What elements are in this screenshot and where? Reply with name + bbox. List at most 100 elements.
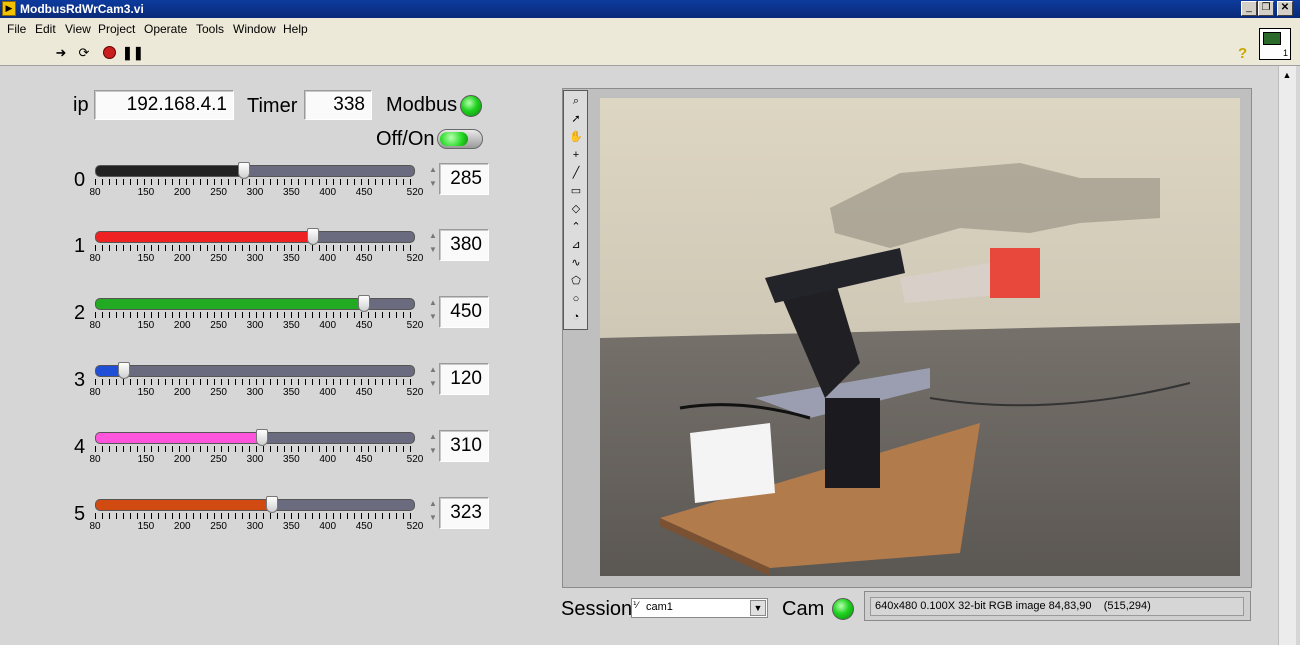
slider-index-label: 1: [74, 235, 86, 257]
slider-value-field[interactable]: 323: [439, 497, 489, 529]
toolbar: [0, 40, 1300, 66]
oval-icon[interactable]: ○: [568, 291, 584, 307]
slider-ticks: [95, 379, 415, 385]
camera-image[interactable]: [600, 98, 1240, 576]
slider-value-field[interactable]: 285: [439, 163, 489, 195]
slider-tick-label: 150: [137, 521, 155, 532]
io-name-icon: ⅟: [633, 600, 639, 610]
chevron-down-icon[interactable]: ▼: [750, 600, 766, 616]
slider-thumb[interactable]: [256, 429, 269, 446]
pan-icon[interactable]: ✋: [568, 129, 584, 145]
menu-help[interactable]: Help: [283, 22, 308, 36]
slider-tick-label: 80: [89, 253, 101, 264]
menu-operate[interactable]: Operate: [144, 22, 187, 36]
slider-track[interactable]: [95, 365, 415, 377]
run-arrow-icon[interactable]: ➜: [53, 45, 69, 61]
slider-track[interactable]: [95, 165, 415, 177]
slider-tick-label: 200: [173, 187, 191, 198]
slider-tick-label: 350: [283, 454, 300, 465]
slider-tick-label: 150: [137, 187, 155, 198]
annulus-icon[interactable]: ◔: [568, 309, 584, 325]
freehand-icon[interactable]: ∿: [568, 255, 584, 271]
slider-tick-label: 350: [283, 253, 300, 264]
slider-increment-icon[interactable]: ▲ ▼: [428, 163, 438, 193]
slider-index-label: 5: [74, 503, 86, 525]
rotated-rect-icon[interactable]: ◇: [568, 201, 584, 217]
off-on-switch[interactable]: [437, 129, 483, 149]
slider-thumb[interactable]: [358, 295, 371, 312]
vi-icon: 1: [1259, 28, 1291, 60]
slider-tick-label: 250: [210, 521, 227, 532]
menu-tools[interactable]: Tools: [196, 22, 224, 36]
slider-tick-label: 80: [89, 187, 101, 198]
slider-tick-label: 520: [406, 253, 424, 264]
slider-index-label: 3: [74, 369, 86, 391]
slider-index-label: 4: [74, 436, 86, 458]
slider-increment-icon[interactable]: ▲ ▼: [428, 229, 438, 259]
slider-thumb[interactable]: [265, 496, 278, 513]
crosshair-icon[interactable]: +: [568, 147, 584, 163]
slider-tick-label: 250: [210, 253, 227, 264]
menu-project[interactable]: Project: [98, 22, 135, 36]
pointer-icon[interactable]: ➚: [568, 111, 584, 127]
polyline-icon[interactable]: ⌃: [568, 219, 584, 235]
session-label: Session: [561, 598, 633, 620]
modbus-led: [460, 95, 482, 117]
slider-tick-label: 520: [406, 320, 424, 331]
abort-icon[interactable]: [101, 45, 117, 61]
slider-tick-label: 250: [210, 454, 227, 465]
slider-increment-icon[interactable]: ▲ ▼: [428, 430, 438, 460]
slider-increment-icon[interactable]: ▲ ▼: [428, 296, 438, 326]
slider-value-field[interactable]: 380: [439, 229, 489, 261]
slider-thumb[interactable]: [238, 162, 251, 179]
slider-tick-label: 450: [355, 521, 373, 532]
slider-tick-label: 350: [283, 387, 300, 398]
zoom-icon[interactable]: ⌕: [568, 93, 584, 109]
slider-tick-label: 300: [246, 253, 264, 264]
menu-edit[interactable]: Edit: [35, 22, 56, 36]
menu-bar: [0, 18, 1300, 40]
slider-thumb[interactable]: [307, 228, 320, 245]
pause-icon[interactable]: ❚❚: [122, 45, 144, 61]
robot-arm-photo: [600, 98, 1240, 576]
slider-tick-label: 80: [89, 521, 101, 532]
slider-increment-icon[interactable]: ▲ ▼: [428, 497, 438, 527]
slider-fill: [96, 433, 263, 443]
timer-field: 338: [304, 90, 372, 120]
context-help-icon[interactable]: ?: [1238, 45, 1247, 62]
slider-increment-icon[interactable]: ▲ ▼: [428, 363, 438, 393]
slider-tick-label: 520: [406, 387, 424, 398]
slider-value-field[interactable]: 450: [439, 296, 489, 328]
slider-value-field[interactable]: 120: [439, 363, 489, 395]
slider-track[interactable]: [95, 231, 415, 243]
cam-led: [832, 598, 854, 620]
slider-tick-label: 520: [406, 454, 424, 465]
slider-tick-label: 400: [319, 187, 337, 198]
menu-window[interactable]: Window: [233, 22, 276, 36]
slider-track[interactable]: [95, 499, 415, 511]
vertical-scrollbar[interactable]: [1278, 66, 1296, 645]
slider-value-field[interactable]: 310: [439, 430, 489, 462]
slider-fill: [96, 500, 272, 510]
slider-tick-label: 520: [406, 521, 424, 532]
menu-file[interactable]: File: [7, 22, 26, 36]
run-continuously-icon[interactable]: ⟳: [76, 45, 92, 61]
minimize-icon[interactable]: _: [1241, 1, 1257, 16]
slider-ticks: [95, 312, 415, 318]
polygon-icon[interactable]: ⬠: [568, 273, 584, 289]
close-icon[interactable]: ✕: [1277, 1, 1293, 16]
line-icon[interactable]: ╱: [568, 165, 584, 181]
menu-view[interactable]: View: [65, 22, 91, 36]
slider-fill: [96, 166, 245, 176]
restore-icon[interactable]: ❐: [1258, 1, 1274, 16]
session-select[interactable]: cam1: [631, 598, 768, 618]
slider-tick-label: 200: [173, 387, 191, 398]
slider-tick-label: 350: [283, 320, 300, 331]
slider-thumb[interactable]: [118, 362, 131, 379]
slider-tick-label: 400: [319, 521, 337, 532]
rectangle-icon[interactable]: ▭: [568, 183, 584, 199]
slider-track[interactable]: [95, 432, 415, 444]
ip-field[interactable]: 192.168.4.1: [94, 90, 234, 120]
scroll-up-icon[interactable]: ▲: [1279, 67, 1295, 83]
broken-line-icon[interactable]: ⊿: [568, 237, 584, 253]
